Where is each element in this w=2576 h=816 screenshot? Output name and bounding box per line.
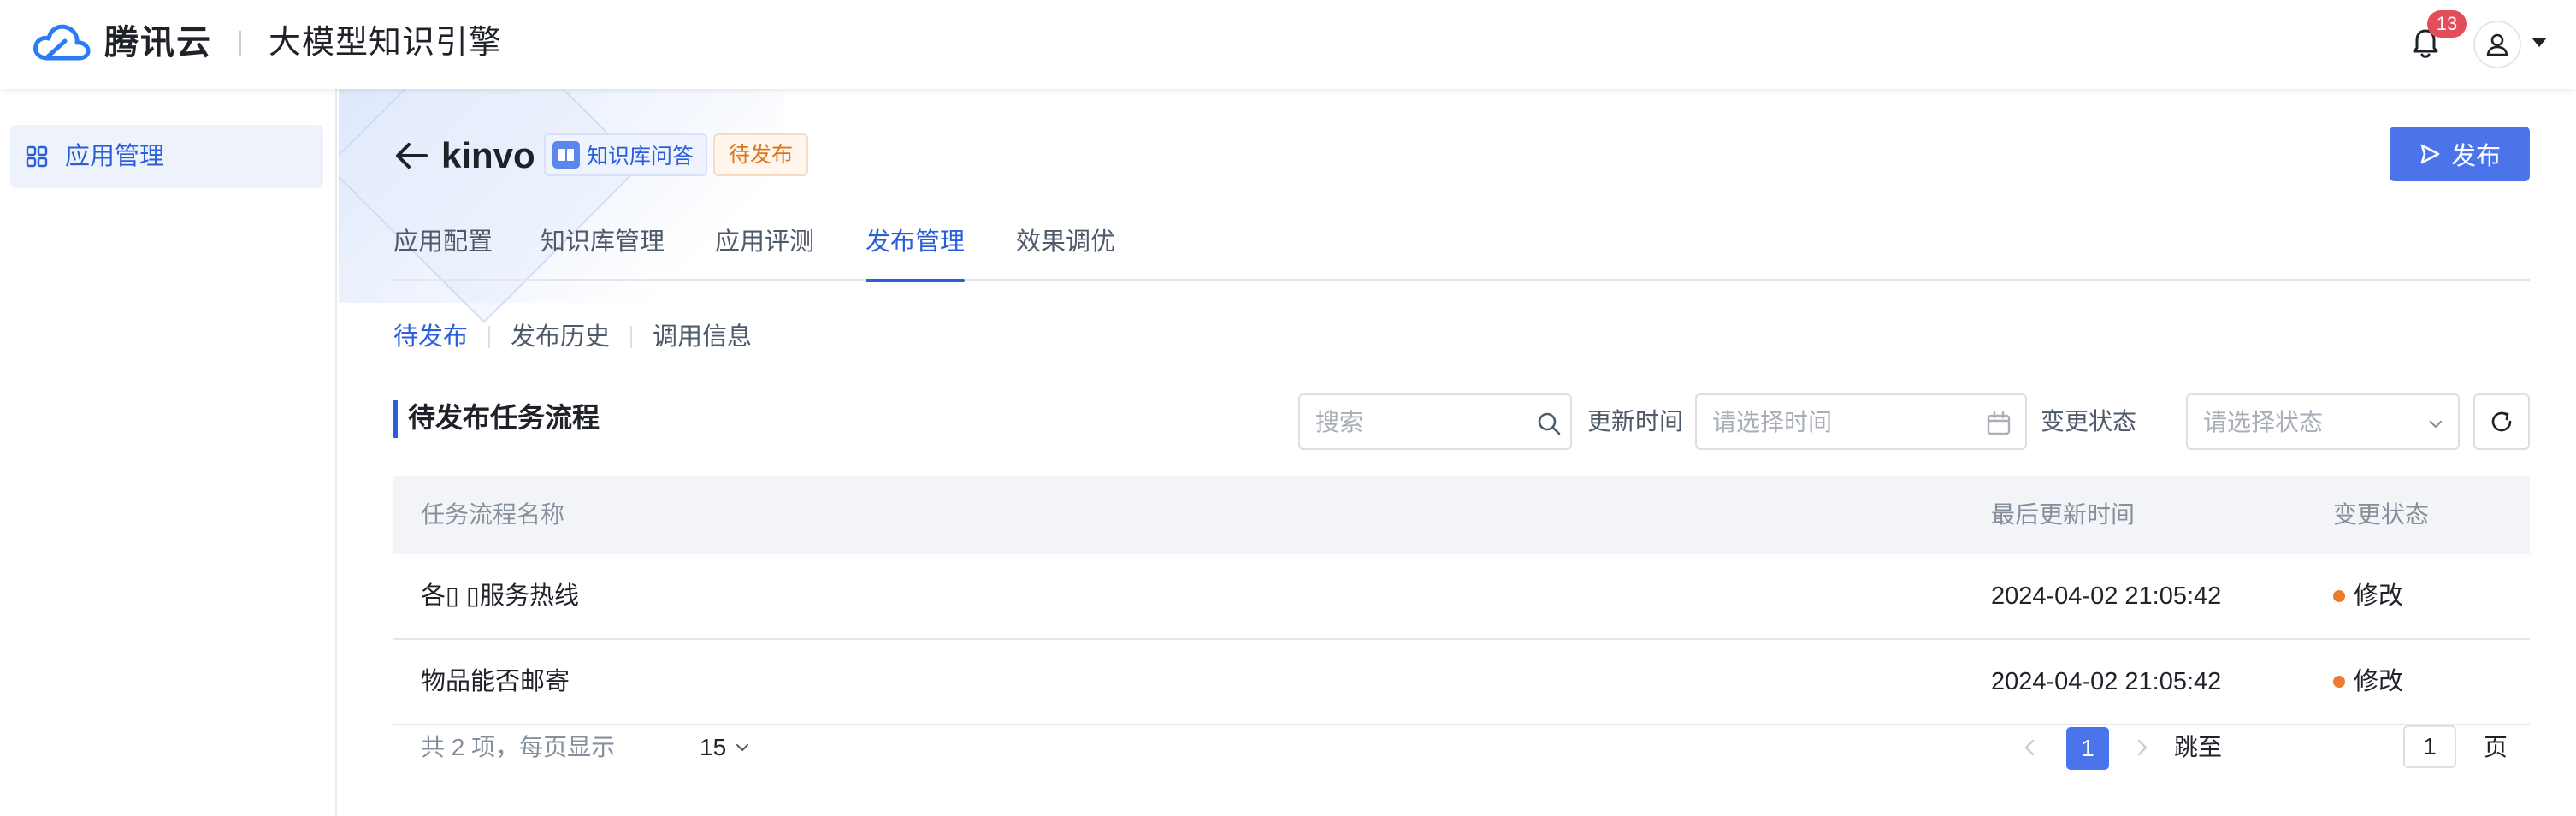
- page-size-value: 15: [700, 734, 727, 760]
- table-row[interactable]: 物品能否邮寄 2024-04-02 21:05:42 修改: [393, 640, 2530, 725]
- top-bar: 腾讯云 大模型知识引擎 13: [0, 0, 2576, 89]
- column-header-updated: 最后更新时间: [1991, 501, 2136, 528]
- page-size-select[interactable]: 15: [700, 732, 750, 763]
- change-status-text: 修改: [2354, 668, 2404, 695]
- chevron-down-icon: [2429, 420, 2443, 429]
- table-header: 任务流程名称 最后更新时间 变更状态: [393, 476, 2530, 554]
- change-status: 修改: [2333, 580, 2403, 612]
- tab-evaluation[interactable]: 应用评测: [715, 221, 814, 281]
- jump-label: 跳至: [2174, 734, 2223, 760]
- tab-knowledge-base[interactable]: 知识库管理: [541, 221, 665, 281]
- app-type-tag: 知识库问答: [544, 133, 708, 176]
- updated-time: 2024-04-02 21:05:42: [1991, 582, 2222, 610]
- pagination: 共 2 项，每页显示 15 1 跳至 1 页: [393, 722, 2530, 773]
- section-title: 待发布任务流程: [393, 400, 600, 438]
- sidebar: 应用管理: [0, 89, 337, 816]
- change-status-label: 变更状态: [2041, 408, 2137, 435]
- jump-page-input[interactable]: 1: [2403, 725, 2456, 768]
- page-button-1[interactable]: 1: [2066, 727, 2109, 770]
- subtab-bar: 待发布 发布历史 调用信息: [393, 318, 752, 356]
- subtab-history[interactable]: 发布历史: [511, 318, 610, 356]
- status-badge: 待发布: [713, 133, 809, 176]
- date-picker[interactable]: 请选择时间: [1695, 393, 2027, 450]
- refresh-button[interactable]: [2473, 393, 2530, 450]
- status-dot: [2333, 676, 2345, 688]
- back-arrow-icon[interactable]: [393, 139, 429, 173]
- search-placeholder: 搜索: [1315, 409, 1364, 435]
- sidebar-item-app-management[interactable]: 应用管理: [10, 125, 323, 188]
- user-icon: [2486, 33, 2508, 56]
- update-time-label: 更新时间: [1587, 408, 1684, 435]
- status-placeholder: 请选择状态: [2203, 409, 2324, 435]
- refresh-icon: [2491, 411, 2512, 432]
- change-status-text: 修改: [2354, 582, 2404, 610]
- tab-app-config[interactable]: 应用配置: [393, 221, 493, 281]
- tab-publish-management[interactable]: 发布管理: [866, 221, 966, 282]
- updated-time: 2024-04-02 21:05:42: [1991, 668, 2222, 695]
- search-icon[interactable]: [1536, 411, 1562, 436]
- tencent-cloud-logo[interactable]: [31, 17, 92, 68]
- tab-tuning[interactable]: 效果调优: [1016, 221, 1115, 281]
- task-name: 物品能否邮寄: [421, 668, 570, 695]
- chevron-right-icon[interactable]: [2130, 736, 2154, 760]
- tab-bar: 应用配置 知识库管理 应用评测 发布管理 效果调优: [393, 221, 2530, 282]
- book-icon: [552, 141, 580, 169]
- task-name: 各▯ ▯服务热线: [421, 582, 579, 610]
- calendar-icon: [1987, 411, 2011, 435]
- chevron-left-icon[interactable]: [2018, 736, 2042, 760]
- jump-unit: 页: [2484, 734, 2508, 760]
- subtab-divider: [488, 326, 491, 348]
- subtab-pending[interactable]: 待发布: [393, 318, 468, 356]
- table-row[interactable]: 各▯ ▯服务热线 2024-04-02 21:05:42 修改: [393, 554, 2530, 640]
- pagination-total: 共 2 项，每页显示: [421, 734, 616, 760]
- status-select[interactable]: 请选择状态: [2186, 393, 2460, 450]
- app-name: kinvo: [441, 135, 535, 175]
- header-divider: [239, 31, 241, 56]
- column-header-status: 变更状态: [2333, 501, 2430, 528]
- send-icon: [2420, 144, 2440, 164]
- subtab-divider: [630, 326, 633, 348]
- caret-down-icon[interactable]: [2532, 38, 2547, 47]
- publish-button[interactable]: 发布: [2390, 127, 2530, 181]
- grid-icon: [26, 145, 48, 168]
- sidebar-item-label: 应用管理: [65, 143, 165, 170]
- publish-button-label: 发布: [2450, 143, 2501, 170]
- avatar[interactable]: [2473, 21, 2521, 68]
- product-name: 大模型知识引擎: [269, 25, 503, 61]
- subtab-call-info[interactable]: 调用信息: [653, 318, 752, 356]
- status-dot: [2333, 590, 2345, 602]
- notification-badge: 13: [2427, 10, 2467, 38]
- main-content: kinvo 知识库问答 待发布 发布 应用配置 知识库管理 应用评测 发布管理 …: [339, 89, 2576, 816]
- chevron-down-icon: [736, 744, 749, 751]
- date-placeholder: 请选择时间: [1712, 409, 1833, 435]
- search-input[interactable]: 搜索: [1298, 393, 1572, 450]
- brand-name: 腾讯云: [104, 24, 212, 62]
- column-header-name: 任务流程名称: [421, 501, 565, 528]
- change-status: 修改: [2333, 665, 2403, 698]
- app-type-label: 知识库问答: [587, 145, 694, 169]
